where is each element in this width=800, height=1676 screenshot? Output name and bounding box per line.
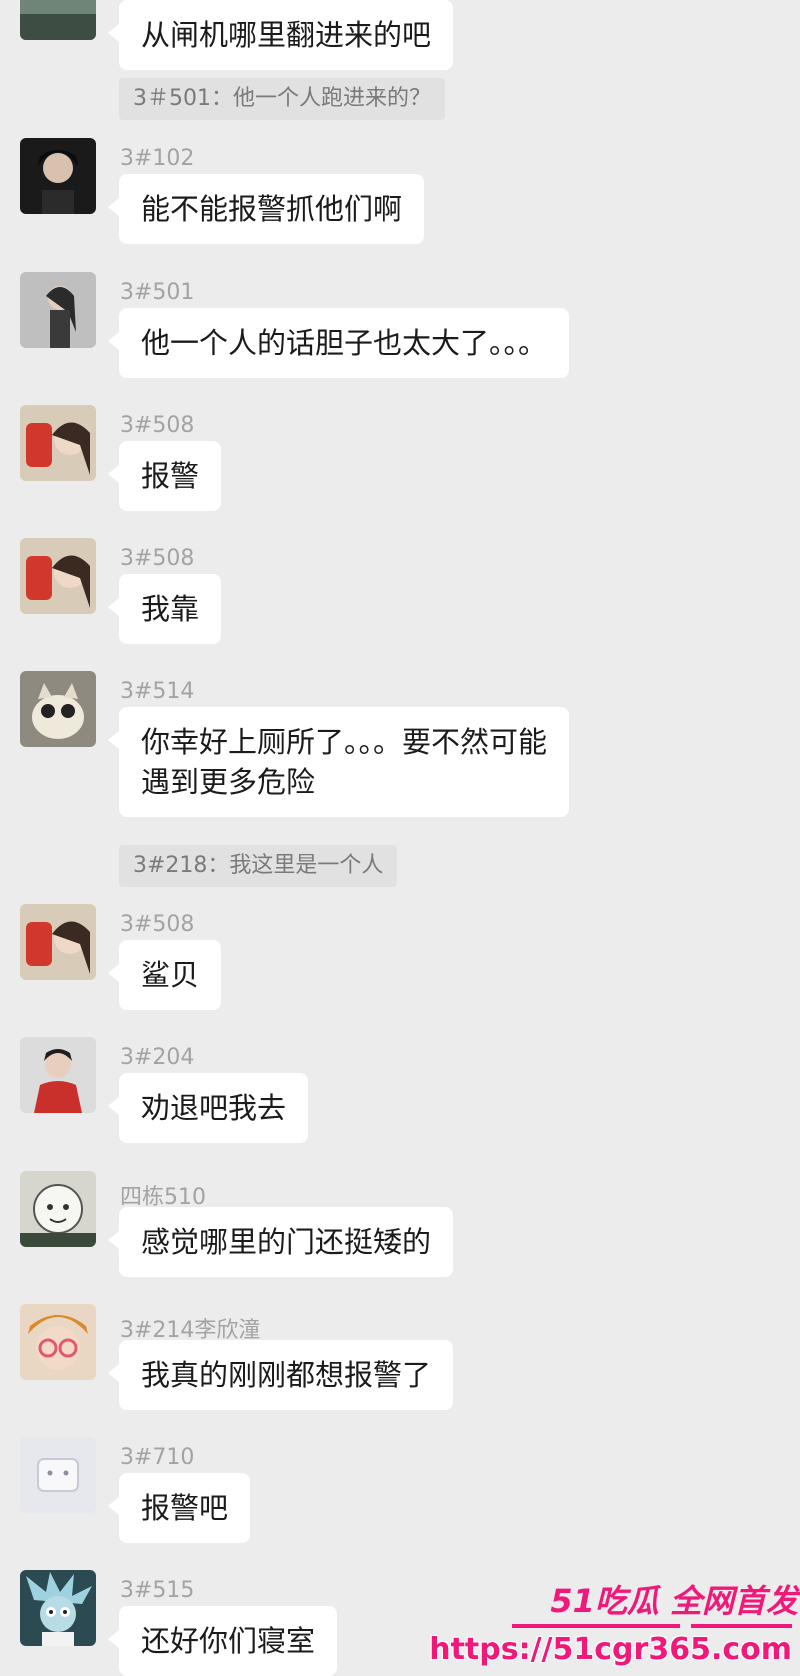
avatar[interactable]: [20, 1304, 96, 1380]
avatar[interactable]: [20, 1171, 96, 1247]
message-bubble[interactable]: 鲨贝: [107, 940, 222, 1010]
message-text-line: 你幸好上厕所了。。。要不然可能: [141, 725, 548, 759]
avatar[interactable]: [20, 1437, 96, 1513]
sender-name: 3#102: [120, 146, 195, 171]
message-bubble[interactable]: 我靠: [107, 574, 222, 644]
message-bubble[interactable]: 能不能报警抓他们啊: [107, 174, 425, 244]
avatar[interactable]: [20, 138, 96, 214]
avatar[interactable]: [20, 405, 96, 481]
avatar[interactable]: [20, 272, 96, 348]
message-bubble[interactable]: 他一个人的话胆子也太大了。。。: [107, 308, 570, 378]
message-text-line: 遇到更多危险: [141, 765, 316, 799]
sender-name: 3#508: [120, 912, 195, 937]
avatar[interactable]: [20, 904, 96, 980]
message-bubble[interactable]: 我真的刚刚都想报警了: [107, 1340, 454, 1410]
watermark-brand: 51吃瓜 全网首发: [550, 1582, 798, 1620]
watermark-url: https://51cgr365.com: [429, 1632, 792, 1667]
avatar[interactable]: [20, 1570, 96, 1646]
message-bubble[interactable]: 你幸好上厕所了。。。要不然可能 遇到更多危险: [107, 707, 570, 817]
sender-name: 3#710: [120, 1445, 195, 1470]
message-bubble[interactable]: 感觉哪里的门还挺矮的: [107, 1207, 454, 1277]
message-bubble[interactable]: 还好你们寝室: [107, 1606, 338, 1676]
sender-name: 3#514: [120, 679, 195, 704]
watermark: 51吃瓜 全网首发 https://51cgr365.com: [429, 1566, 800, 1676]
avatar[interactable]: [20, 671, 96, 747]
quoted-reply[interactable]: 3#218：我这里是一个人: [119, 845, 398, 887]
watermark-divider: [512, 1624, 792, 1628]
sender-name: 3#508: [120, 413, 195, 438]
message-bubble[interactable]: 从闸机哪里翻进来的吧: [107, 0, 454, 70]
message-bubble[interactable]: 报警吧: [107, 1473, 251, 1543]
message-bubble[interactable]: 劝退吧我去: [107, 1073, 309, 1143]
message-bubble[interactable]: 报警: [107, 441, 222, 511]
avatar[interactable]: [20, 1037, 96, 1113]
avatar[interactable]: [20, 0, 96, 40]
sender-name: 3#515: [120, 1578, 195, 1603]
sender-name: 3#204: [120, 1045, 195, 1070]
sender-name: 3#508: [120, 546, 195, 571]
sender-name: 3#501: [120, 280, 195, 305]
avatar[interactable]: [20, 538, 96, 614]
quoted-reply[interactable]: 3＃501：他一个人跑进来的？: [119, 78, 445, 120]
